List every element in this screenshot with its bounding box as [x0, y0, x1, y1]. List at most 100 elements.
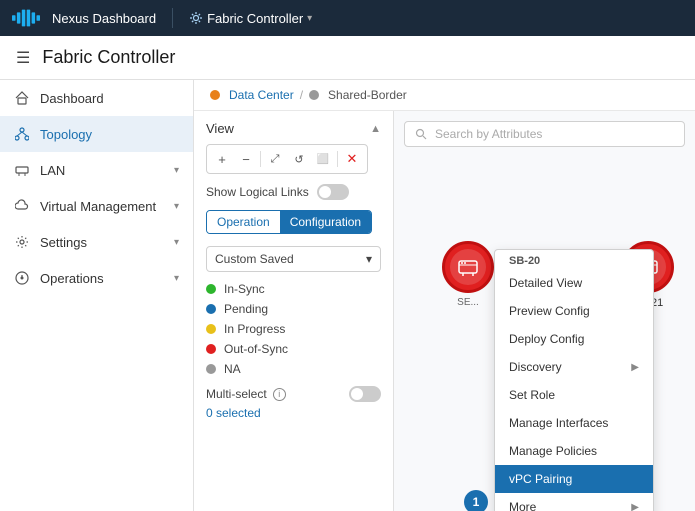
sidebar-item-dashboard[interactable]: Dashboard [0, 80, 193, 116]
breadcrumb: Data Center / Shared-Border [194, 80, 695, 111]
operations-chevron-icon: ▾ [174, 273, 179, 284]
context-menu-item-manage-policies[interactable]: Manage Policies [495, 437, 653, 465]
toolbar-expand-button[interactable]: ⤢ [264, 148, 286, 170]
context-menu-item-deploy-config[interactable]: Deploy Config [495, 325, 653, 353]
selected-count: 0 selected [206, 406, 381, 420]
context-menu-item-detailed-view[interactable]: Detailed View [495, 269, 653, 297]
sidebar-item-virtual-mgmt[interactable]: Virtual Management ▾ [0, 188, 193, 224]
toolbar-refresh-button[interactable]: ↺ [288, 148, 310, 170]
lan-chevron-icon: ▾ [174, 165, 179, 176]
op-config-tabs: Operation Configuration [206, 210, 372, 234]
nav-fabric-controller[interactable]: Fabric Controller ▾ [189, 11, 312, 26]
sidebar-label-operations: Operations [40, 271, 164, 286]
sidebar-label-virtual-mgmt: Virtual Management [40, 199, 164, 214]
node-circle-sb20 [442, 241, 494, 293]
breadcrumb-sep: / [300, 88, 303, 102]
lan-icon [14, 162, 30, 178]
controller-chevron: ▾ [307, 13, 312, 24]
sidebar-item-settings[interactable]: Settings ▾ [0, 224, 193, 260]
breadcrumb-shared-border: Shared-Border [328, 88, 407, 102]
tab-operation[interactable]: Operation [207, 211, 280, 233]
view-panel: View ▲ + − ⤢ ↺ ⬜ ✕ Show Logical Links [194, 111, 394, 511]
legend: In-Sync Pending In Progress Out-of-Sync [206, 282, 381, 376]
show-logical-links-row: Show Logical Links [206, 184, 381, 200]
search-bar[interactable]: Search by Attributes [404, 121, 685, 147]
sidebar-label-topology: Topology [40, 127, 179, 142]
legend-dot-out-of-sync [206, 344, 216, 354]
context-menu-item-set-role[interactable]: Set Role [495, 381, 653, 409]
multiselect-label: Multi-select [206, 387, 267, 401]
legend-label-pending: Pending [224, 302, 268, 316]
legend-label-inprogress: In Progress [224, 322, 285, 336]
toolbar-capture-button[interactable]: ⬜ [312, 148, 334, 170]
topology-main: View ▲ + − ⤢ ↺ ⬜ ✕ Show Logical Links [194, 111, 695, 511]
view-panel-title: View [206, 121, 234, 136]
virtual-mgmt-chevron-icon: ▾ [174, 201, 179, 212]
content-area: Data Center / Shared-Border View ▲ + − ⤢… [194, 80, 695, 511]
custom-saved-dropdown[interactable]: Custom Saved ▾ [206, 246, 381, 272]
context-menu-item-preview-config[interactable]: Preview Config [495, 297, 653, 325]
tab-configuration[interactable]: Configuration [280, 211, 371, 233]
controller-label: Fabric Controller [207, 11, 303, 26]
context-menu-item-manage-interfaces[interactable]: Manage Interfaces [495, 409, 653, 437]
nav-app-name: Nexus Dashboard [52, 11, 156, 26]
toolbar-sep-2 [337, 151, 338, 167]
legend-label-insync: In-Sync [224, 282, 265, 296]
context-menu-item-vpc-pairing[interactable]: vPC Pairing [495, 465, 653, 493]
more-arrow-icon: ▶ [631, 502, 639, 511]
legend-dot-pending [206, 304, 216, 314]
gear-icon [189, 11, 203, 25]
nav-divider [172, 8, 173, 28]
step-indicator: 1 → [464, 491, 482, 511]
top-nav: Nexus Dashboard Fabric Controller ▾ [0, 0, 695, 36]
multiselect-toggle-knob [351, 388, 363, 400]
multiselect-info-icon: i [273, 388, 286, 401]
operations-icon [14, 270, 30, 286]
legend-label-na: NA [224, 362, 241, 376]
discovery-arrow-icon: ▶ [631, 362, 639, 373]
legend-dot-insync [206, 284, 216, 294]
legend-item-na: NA [206, 362, 381, 376]
sidebar-item-topology[interactable]: Topology [0, 116, 193, 152]
cloud-icon [14, 198, 30, 214]
sidebar-item-operations[interactable]: Operations ▾ [0, 260, 193, 296]
breadcrumb-datacenter[interactable]: Data Center [229, 88, 294, 102]
settings-icon [14, 234, 30, 250]
sidebar-label-dashboard: Dashboard [40, 91, 179, 106]
sidebar-label-lan: LAN [40, 163, 164, 178]
node-sb20-sublabel: SE... [457, 297, 479, 308]
home-icon [14, 90, 30, 106]
custom-saved-label: Custom Saved [215, 252, 294, 266]
view-panel-collapse-icon[interactable]: ▲ [370, 123, 381, 135]
view-panel-header: View ▲ [206, 121, 381, 136]
topology-canvas[interactable]: Search by Attributes [394, 111, 695, 511]
settings-chevron-icon: ▾ [174, 237, 179, 248]
context-menu-item-more[interactable]: More ▶ [495, 493, 653, 511]
app-header-title: Fabric Controller [42, 47, 175, 68]
step-badge: 1 [464, 490, 488, 511]
toolbar-close-button[interactable]: ✕ [341, 148, 363, 170]
sidebar-label-settings: Settings [40, 235, 164, 250]
custom-saved-chevron-icon: ▾ [366, 252, 372, 266]
context-menu: SB-20 Detailed View Preview Config Deplo… [494, 249, 654, 511]
legend-item-inprogress: In Progress [206, 322, 381, 336]
breadcrumb-dot-shared [309, 90, 319, 100]
legend-label-out-of-sync: Out-of-Sync [224, 342, 288, 356]
context-menu-item-discovery[interactable]: Discovery ▶ [495, 353, 653, 381]
hamburger-icon[interactable]: ☰ [16, 48, 30, 68]
sidebar: Dashboard Topology LAN ▾ Virtual Managem… [0, 80, 194, 511]
sidebar-item-lan[interactable]: LAN ▾ [0, 152, 193, 188]
legend-item-out-of-sync: Out-of-Sync [206, 342, 381, 356]
toolbar-minus-button[interactable]: − [235, 148, 257, 170]
multiselect-toggle[interactable] [349, 386, 381, 402]
main-layout: Dashboard Topology LAN ▾ Virtual Managem… [0, 80, 695, 511]
search-placeholder: Search by Attributes [435, 127, 542, 141]
toolbar-plus-button[interactable]: + [211, 148, 233, 170]
search-icon [415, 128, 427, 140]
toolbar: + − ⤢ ↺ ⬜ ✕ [206, 144, 368, 174]
show-logical-links-toggle[interactable] [317, 184, 349, 200]
node-icon-sb20 [450, 249, 486, 285]
context-menu-node-label: SB-20 [495, 250, 653, 269]
multiselect-row: Multi-select i [206, 386, 381, 402]
node-sb20[interactable]: SE... [442, 241, 494, 308]
